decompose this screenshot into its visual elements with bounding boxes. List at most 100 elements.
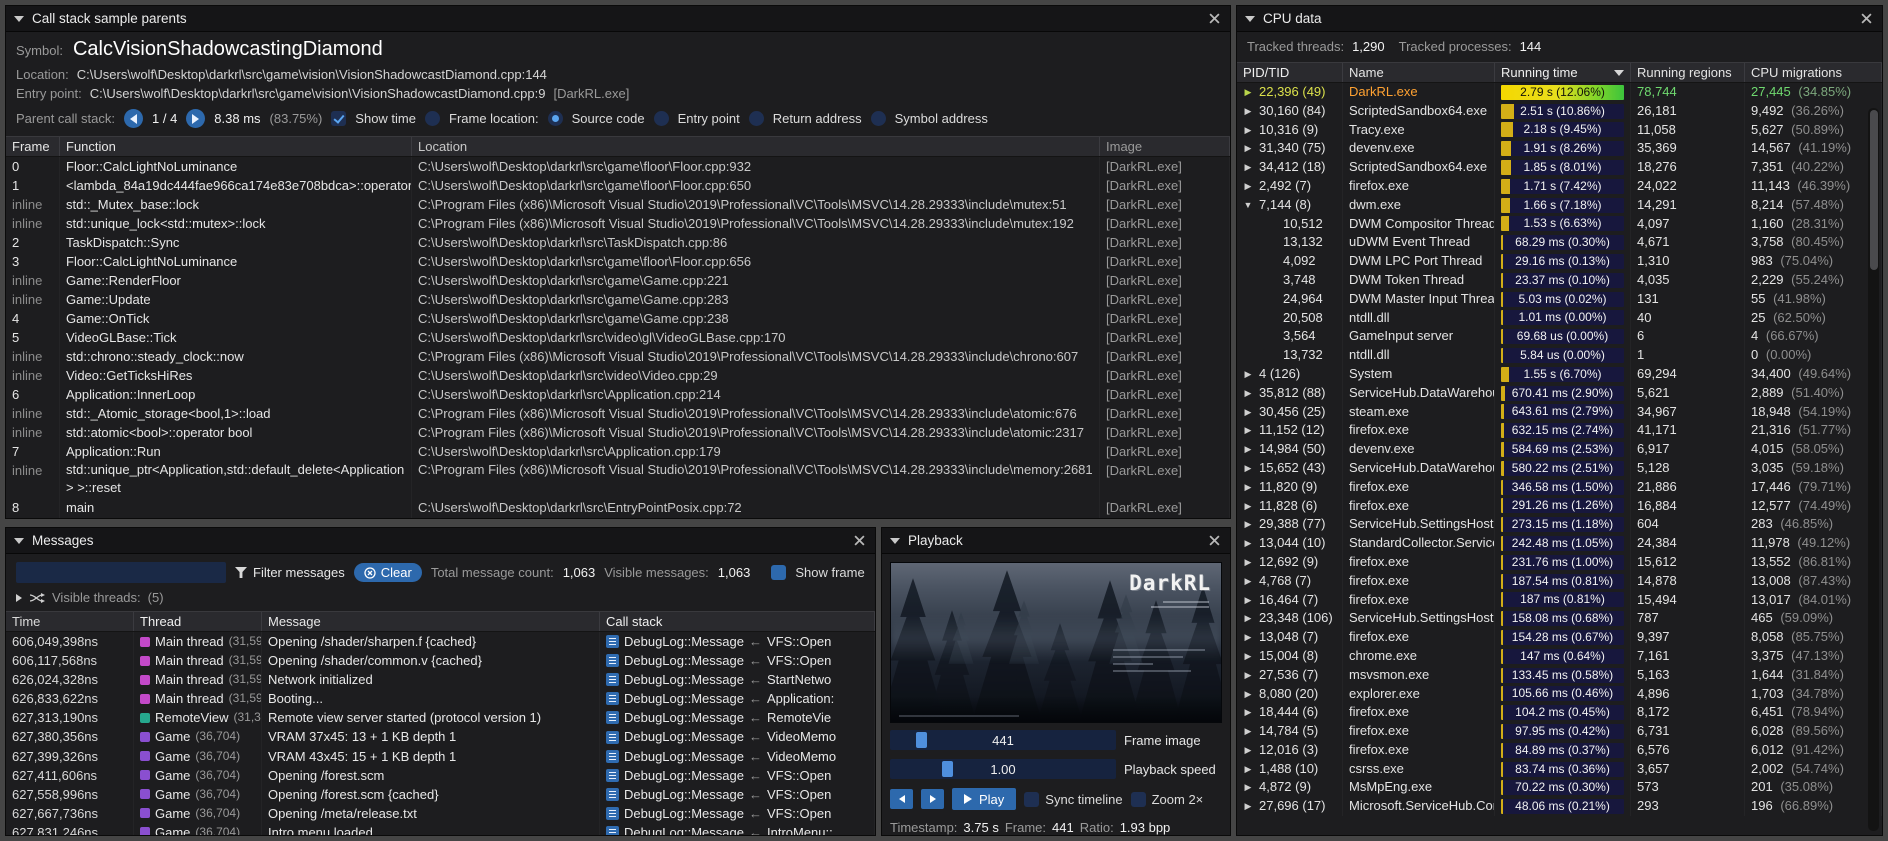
message-row[interactable]: 627,831,246ns Game (36,704) Intro menu l… xyxy=(6,823,875,835)
frame-image-slider[interactable]: 441 xyxy=(890,730,1116,750)
message-row[interactable]: 627,558,996ns Game (36,704) Opening /for… xyxy=(6,785,875,804)
process-row[interactable]: ▶ 34,412 (18) ScriptedSandbox64.exe 1.85… xyxy=(1237,158,1882,177)
clear-button[interactable]: Clear xyxy=(354,563,422,582)
process-row[interactable]: ▶ 4,872 (9) MsMpEng.exe 70.22 ms (0.30%)… xyxy=(1237,778,1882,797)
expand-icon[interactable]: ▶ xyxy=(1243,478,1253,497)
expand-icon[interactable]: ▶ xyxy=(1243,177,1253,196)
expand-icon[interactable]: ▶ xyxy=(1243,703,1253,722)
expand-icon[interactable]: ▶ xyxy=(1243,102,1253,121)
message-row[interactable]: 627,399,326ns Game (36,704) VRAM 43x45: … xyxy=(6,747,875,766)
col-pid-tid[interactable]: PID/TID xyxy=(1237,63,1343,82)
callstack-row[interactable]: inline Game::Update C:\Users\wolf\Deskto… xyxy=(6,290,1230,309)
expand-icon[interactable]: ▶ xyxy=(1243,797,1253,816)
process-row[interactable]: ▶ 13,044 (10) StandardCollector.Service.… xyxy=(1237,534,1882,553)
callstack-row[interactable]: 1 <lambda_84a19dc444fae966ca174e83e708bd… xyxy=(6,176,1230,195)
process-row[interactable]: 24,964 DWM Master Input Thread 5.03 ms (… xyxy=(1237,290,1882,309)
collapse-icon[interactable] xyxy=(14,16,24,22)
process-row[interactable]: 4,092 DWM LPC Port Thread 29.16 ms (0.13… xyxy=(1237,252,1882,271)
expand-icon[interactable]: ▶ xyxy=(1243,666,1253,685)
zoom-2x-checkbox[interactable] xyxy=(1131,792,1146,807)
radio-symbol-address[interactable] xyxy=(871,111,886,126)
expand-icon[interactable]: ▶ xyxy=(1243,685,1253,704)
play-button[interactable]: Play xyxy=(952,788,1016,810)
process-row[interactable]: ▶ 22,396 (49) DarkRL.exe 2.79 s (12.06%)… xyxy=(1237,83,1882,102)
callstack-cell[interactable]: DebugLog::Message ← VFS::Open xyxy=(600,632,875,651)
message-filter-input[interactable] xyxy=(16,562,226,583)
expand-icon[interactable]: ▶ xyxy=(1243,121,1253,140)
expand-icon[interactable]: ▶ xyxy=(1243,139,1253,158)
callstack-row[interactable]: 2 TaskDispatch::Sync C:\Users\wolf\Deskt… xyxy=(6,233,1230,252)
close-icon[interactable] xyxy=(1207,11,1222,26)
callstack-cell[interactable]: DebugLog::Message ← VFS::Open xyxy=(600,804,875,823)
messages-titlebar[interactable]: Messages xyxy=(6,528,875,554)
callstack-cell[interactable]: DebugLog::Message ← StartNetwo xyxy=(600,670,875,689)
process-row[interactable]: ▶ 27,536 (7) msvsmon.exe 133.45 ms (0.58… xyxy=(1237,666,1882,685)
callstack-cell[interactable]: DebugLog::Message ← IntroMenu:: xyxy=(600,823,875,835)
expand-icon[interactable]: ▶ xyxy=(1243,497,1253,516)
expand-icon[interactable]: ▶ xyxy=(1243,83,1253,102)
playback-titlebar[interactable]: Playback xyxy=(882,528,1230,554)
process-row[interactable]: 13,132 uDWM Event Thread 68.29 ms (0.30%… xyxy=(1237,233,1882,252)
expand-icon[interactable]: ▶ xyxy=(1243,384,1253,403)
expand-icon[interactable]: ▶ xyxy=(1243,403,1253,422)
cpu-titlebar[interactable]: CPU data xyxy=(1237,6,1882,32)
message-row[interactable]: 627,380,356ns Game (36,704) VRAM 37x45: … xyxy=(6,727,875,746)
callstack-row[interactable]: 4 Game::OnTick C:\Users\wolf\Desktop\dar… xyxy=(6,309,1230,328)
callstack-cell[interactable]: DebugLog::Message ← VideoMemo xyxy=(600,747,875,766)
next-frame-button[interactable] xyxy=(921,789,944,809)
expand-threads-icon[interactable] xyxy=(16,594,22,602)
process-row[interactable]: ▶ 23,348 (106) ServiceHub.SettingsHost.e… xyxy=(1237,609,1882,628)
radio-source-code[interactable] xyxy=(548,111,563,126)
expand-icon[interactable]: ▶ xyxy=(1243,760,1253,779)
expand-icon[interactable]: ▶ xyxy=(1243,553,1253,572)
expand-icon[interactable]: ▶ xyxy=(1243,628,1253,647)
callstack-cell[interactable]: DebugLog::Message ← VFS::Open xyxy=(600,785,875,804)
process-row[interactable]: ▶ 29,388 (77) ServiceHub.SettingsHost.ex… xyxy=(1237,515,1882,534)
process-row[interactable]: ▶ 11,152 (12) firefox.exe 632.15 ms (2.7… xyxy=(1237,421,1882,440)
callstack-row[interactable]: inline Game::RenderFloor C:\Users\wolf\D… xyxy=(6,271,1230,290)
expand-icon[interactable]: ▶ xyxy=(1243,572,1253,591)
message-row[interactable]: 626,833,622ns Main thread (31,596) Booti… xyxy=(6,689,875,708)
process-row[interactable]: ▶ 2,492 (7) firefox.exe 1.71 s (7.42%) 2… xyxy=(1237,177,1882,196)
expand-icon[interactable]: ▶ xyxy=(1243,741,1253,760)
message-row[interactable]: 627,411,606ns Game (36,704) Opening /for… xyxy=(6,766,875,785)
process-row[interactable]: ▶ 35,812 (88) ServiceHub.DataWarehouseHo… xyxy=(1237,384,1882,403)
callstack-titlebar[interactable]: Call stack sample parents xyxy=(6,6,1230,32)
show-frame-checkbox[interactable] xyxy=(771,565,786,580)
prev-frame-button[interactable] xyxy=(890,789,913,809)
expand-icon[interactable]: ▶ xyxy=(1243,365,1253,384)
process-row[interactable]: ▶ 27,696 (17) Microsoft.ServiceHub.Contr… xyxy=(1237,797,1882,816)
process-row[interactable]: 13,732 ntdll.dll 5.84 us (0.00%) 1 0 (0.… xyxy=(1237,346,1882,365)
message-row[interactable]: 606,117,568ns Main thread (31,596) Openi… xyxy=(6,651,875,670)
frame-location-radio[interactable] xyxy=(425,111,440,126)
process-row[interactable]: ▶ 4,768 (7) firefox.exe 187.54 ms (0.81%… xyxy=(1237,572,1882,591)
process-row[interactable]: ▶ 11,828 (6) firefox.exe 291.26 ms (1.26… xyxy=(1237,497,1882,516)
message-row[interactable]: 627,667,736ns Game (36,704) Opening /met… xyxy=(6,804,875,823)
callstack-cell[interactable]: DebugLog::Message ← Application: xyxy=(600,689,875,708)
filter-messages-button[interactable]: Filter messages xyxy=(235,565,345,580)
radio-entry-point[interactable] xyxy=(654,111,669,126)
callstack-cell[interactable]: DebugLog::Message ← VFS::Open xyxy=(600,651,875,670)
col-name[interactable]: Name xyxy=(1343,63,1495,82)
callstack-cell[interactable]: DebugLog::Message ← RemoteVie xyxy=(600,708,875,727)
callstack-row[interactable]: inline std::_Atomic_storage<bool,1>::loa… xyxy=(6,404,1230,423)
process-row[interactable]: ▶ 16,464 (7) firefox.exe 187 ms (0.81%) … xyxy=(1237,591,1882,610)
process-row[interactable]: ▶ 18,444 (6) firefox.exe 104.2 ms (0.45%… xyxy=(1237,703,1882,722)
process-row[interactable]: ▶ 12,016 (3) firefox.exe 84.89 ms (0.37%… xyxy=(1237,741,1882,760)
callstack-row[interactable]: 0 Floor::CalcLightNoLuminance C:\Users\w… xyxy=(6,157,1230,176)
message-row[interactable]: 627,313,190ns RemoteView (31,392) Remote… xyxy=(6,708,875,727)
process-row[interactable]: ▶ 31,340 (75) devenv.exe 1.91 s (8.26%) … xyxy=(1237,139,1882,158)
callstack-cell[interactable]: DebugLog::Message ← VFS::Open xyxy=(600,766,875,785)
expand-icon[interactable]: ▶ xyxy=(1243,421,1253,440)
prev-parent-button[interactable] xyxy=(124,109,143,128)
expand-icon[interactable]: ▶ xyxy=(1243,647,1253,666)
callstack-row[interactable]: inline std::_Mutex_base::lock C:\Program… xyxy=(6,195,1230,214)
callstack-row[interactable]: inline std::chrono::steady_clock::now C:… xyxy=(6,347,1230,366)
process-row[interactable]: ▶ 11,820 (9) firefox.exe 346.58 ms (1.50… xyxy=(1237,478,1882,497)
process-row[interactable]: 3,564 GameInput server 69.68 us (0.00%) … xyxy=(1237,327,1882,346)
scrollbar-thumb[interactable] xyxy=(1870,110,1878,270)
next-parent-button[interactable] xyxy=(186,109,205,128)
callstack-cell[interactable]: DebugLog::Message ← VideoMemo xyxy=(600,727,875,746)
expand-icon[interactable]: ▶ xyxy=(1243,722,1253,741)
process-row[interactable]: ▶ 15,004 (8) chrome.exe 147 ms (0.64%) 7… xyxy=(1237,647,1882,666)
